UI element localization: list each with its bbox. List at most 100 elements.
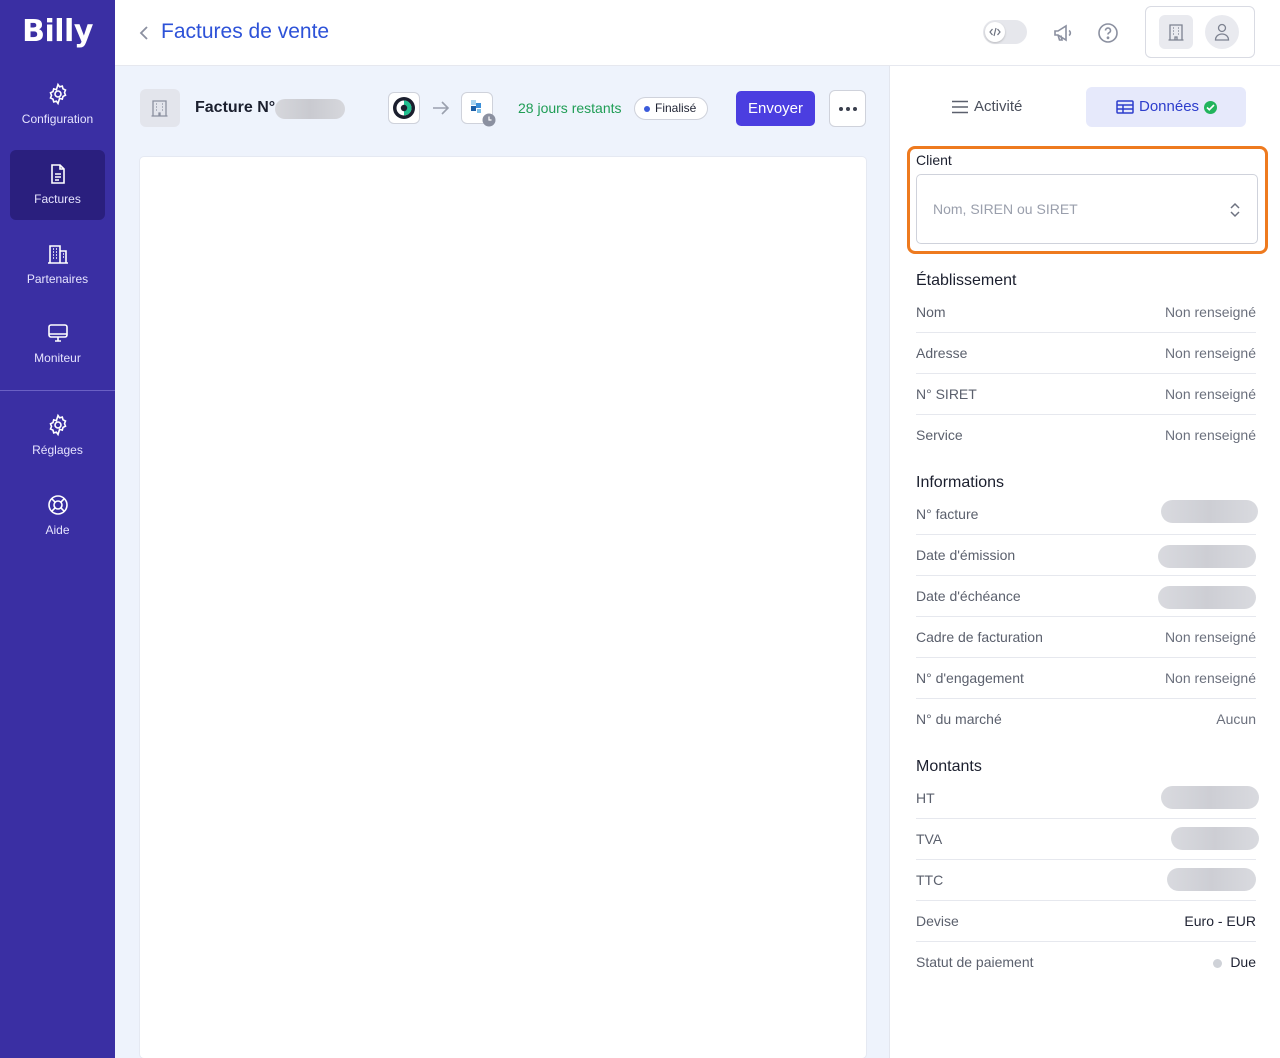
table-icon bbox=[1116, 100, 1134, 114]
data-row: Adresse Non renseigné bbox=[916, 333, 1256, 374]
sidebar-divider bbox=[0, 390, 115, 391]
megaphone-icon[interactable] bbox=[1051, 21, 1075, 45]
building-icon bbox=[1168, 24, 1184, 41]
invoice-preview bbox=[140, 157, 866, 1058]
more-horizontal-icon bbox=[839, 107, 857, 111]
sidebar-item-factures[interactable]: Factures bbox=[10, 150, 105, 220]
data-row: N° d'engagement Non renseigné bbox=[916, 658, 1256, 699]
more-options-button[interactable] bbox=[829, 90, 866, 127]
sidebar: Billy Configuration Factures Partenaires… bbox=[0, 0, 115, 1058]
recipient-platform-icon bbox=[461, 92, 496, 127]
row-label: TTC bbox=[916, 872, 944, 888]
redacted-value bbox=[1158, 545, 1256, 568]
data-row: N° du marché Aucun bbox=[916, 699, 1256, 740]
developer-mode-toggle[interactable] bbox=[983, 20, 1027, 44]
section-title-informations: Informations bbox=[916, 474, 1005, 491]
sidebar-item-moniteur[interactable]: Moniteur bbox=[10, 309, 105, 379]
status-label: Finalisé bbox=[655, 101, 697, 115]
row-value: Non renseigné bbox=[1164, 386, 1256, 402]
sidebar-item-partenaires[interactable]: Partenaires bbox=[10, 230, 105, 300]
client-label: Client bbox=[916, 152, 952, 168]
document-icon bbox=[50, 164, 65, 184]
sidebar-item-label: Moniteur bbox=[34, 351, 81, 365]
chevron-up-down-icon[interactable] bbox=[1229, 201, 1241, 219]
invoice-issuer-logo bbox=[140, 89, 180, 127]
gear-icon bbox=[48, 413, 67, 437]
client-search-input[interactable] bbox=[916, 174, 1258, 244]
section-title-montants: Montants bbox=[916, 758, 982, 775]
sidebar-item-label: Aide bbox=[45, 523, 70, 537]
tab-label: Données bbox=[1139, 98, 1200, 115]
data-row: TTC bbox=[916, 860, 1256, 901]
invoice-main-panel: Facture N° 28 jours restants Finalisé En… bbox=[115, 66, 889, 1058]
sidebar-item-label: Configuration bbox=[21, 112, 94, 126]
organization-button[interactable] bbox=[1159, 15, 1193, 49]
redacted-invoice-number bbox=[275, 99, 345, 119]
sidebar-item-aide[interactable]: Aide bbox=[10, 481, 105, 551]
redacted-value bbox=[1158, 586, 1256, 609]
row-value: Non renseigné bbox=[1164, 427, 1256, 443]
redacted-value bbox=[1171, 827, 1259, 850]
row-value: Euro - EUR bbox=[1184, 913, 1256, 929]
sidebar-item-label: Partenaires bbox=[26, 272, 89, 286]
days-remaining: 28 jours restants bbox=[518, 100, 622, 116]
row-label: N° d'engagement bbox=[916, 670, 1024, 686]
tab-label: Activité bbox=[974, 98, 1023, 115]
data-row: Date d'échéance bbox=[916, 576, 1256, 617]
redacted-value bbox=[1167, 868, 1256, 891]
row-value: Non renseigné bbox=[1164, 345, 1256, 361]
data-row: N° facture bbox=[916, 494, 1258, 535]
details-panel: Activité Données Client Établissement No… bbox=[889, 66, 1280, 1058]
data-row: N° SIRET Non renseigné bbox=[916, 374, 1256, 415]
row-label: Statut de paiement bbox=[916, 954, 1034, 970]
sidebar-item-label: Réglages bbox=[32, 443, 83, 457]
app-logo[interactable]: Billy bbox=[0, 14, 115, 49]
payment-status-dot bbox=[1213, 959, 1222, 968]
tab-activite[interactable]: Activité bbox=[920, 87, 1080, 127]
redacted-value bbox=[1161, 500, 1258, 523]
row-label: N° facture bbox=[916, 506, 979, 522]
chevron-left-icon[interactable] bbox=[137, 22, 151, 44]
data-row: Nom Non renseigné bbox=[916, 292, 1256, 333]
invoice-title: Facture N° bbox=[195, 99, 276, 116]
list-icon bbox=[952, 100, 968, 114]
section-title-etablissement: Établissement bbox=[916, 272, 1017, 289]
user-icon bbox=[1214, 23, 1230, 41]
row-value: Aucun bbox=[1216, 711, 1256, 727]
page-title[interactable]: Factures de vente bbox=[161, 20, 329, 44]
toggle-knob bbox=[985, 22, 1005, 42]
row-label: HT bbox=[916, 790, 935, 806]
data-row: Cadre de facturation Non renseigné bbox=[916, 617, 1256, 658]
data-row: Devise Euro - EUR bbox=[916, 901, 1256, 942]
monitor-icon bbox=[47, 324, 68, 342]
building-icon bbox=[47, 245, 68, 264]
status-badge: Finalisé bbox=[634, 97, 709, 120]
row-label: N° SIRET bbox=[916, 386, 977, 402]
payment-status-value: Due bbox=[1230, 954, 1256, 970]
sidebar-item-configuration[interactable]: Configuration bbox=[10, 70, 105, 140]
send-button[interactable]: Envoyer bbox=[736, 91, 815, 126]
user-profile-button[interactable] bbox=[1205, 15, 1239, 49]
help-circle-icon[interactable] bbox=[1096, 21, 1120, 45]
sidebar-item-reglages[interactable]: Réglages bbox=[10, 401, 105, 471]
status-dot bbox=[644, 106, 650, 112]
account-switcher bbox=[1145, 6, 1255, 58]
data-row: Service Non renseigné bbox=[916, 415, 1256, 456]
row-value: Non renseigné bbox=[1164, 304, 1256, 320]
gear-icon bbox=[48, 82, 67, 106]
code-icon bbox=[989, 27, 1001, 37]
row-label: Cadre de facturation bbox=[916, 629, 1043, 645]
arrow-right-icon bbox=[433, 101, 450, 115]
data-row: Statut de paiement Due bbox=[916, 942, 1256, 983]
tab-donnees[interactable]: Données bbox=[1086, 87, 1246, 127]
lifebuoy-icon bbox=[47, 495, 68, 515]
building-icon bbox=[151, 100, 168, 117]
row-label: Adresse bbox=[916, 345, 968, 361]
top-bar: Factures de vente bbox=[115, 0, 1280, 66]
clock-icon bbox=[482, 113, 496, 127]
row-value: Non renseigné bbox=[1164, 629, 1256, 645]
data-row: HT bbox=[916, 778, 1259, 819]
sender-platform-icon bbox=[388, 92, 420, 124]
sidebar-item-label: Factures bbox=[34, 192, 81, 206]
row-label: Nom bbox=[916, 304, 946, 320]
